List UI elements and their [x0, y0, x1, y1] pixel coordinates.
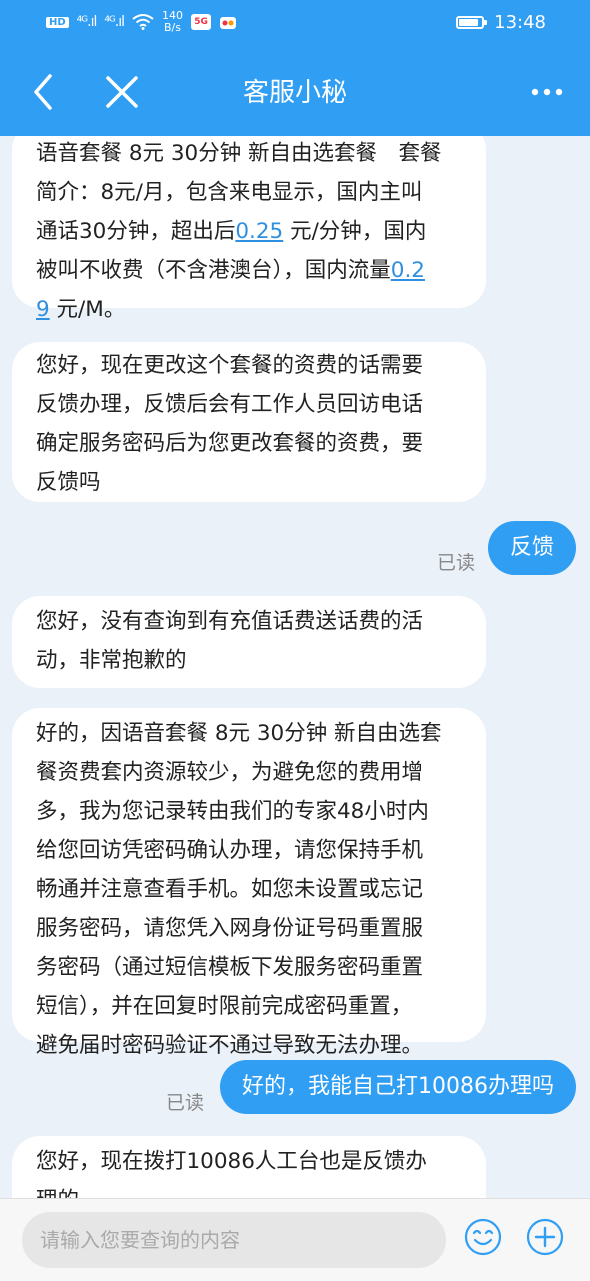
clock: 13:48	[494, 12, 546, 33]
wifi-icon	[132, 14, 154, 30]
app-badge-icon: 5G	[191, 14, 212, 30]
signal-icon: ⁴ᴳ.ıl	[104, 14, 125, 30]
user-message: 反馈	[487, 521, 576, 575]
message-input[interactable]: 请输入您要查询的内容	[22, 1212, 446, 1268]
input-bar: 请输入您要查询的内容	[0, 1198, 590, 1281]
battery-fill	[459, 19, 478, 26]
add-button[interactable]	[525, 1217, 565, 1257]
agent-message: 好的，因语音套餐 8元 30分钟 新自由选套 餐资费套内资源较少，为避免您的费用…	[12, 708, 486, 1058]
read-status: 已读	[166, 1092, 205, 1114]
read-status: 已读	[437, 552, 476, 574]
user-message: 好的，我能自己打10086办理吗	[220, 1060, 576, 1114]
message-text: 反馈	[509, 535, 554, 560]
status-bar: HD ⁴ᴳ.ıl ⁴ᴳ.ıl 140 B/s 5G 13:48	[0, 0, 590, 48]
price-link[interactable]: 0.25	[235, 219, 283, 244]
speed-unit: B/s	[164, 21, 181, 34]
more-button[interactable]	[528, 72, 568, 112]
network-speed: 140 B/s	[162, 10, 183, 34]
message-text: 好的，我能自己打10086办理吗	[242, 1074, 554, 1099]
signal-icon: ⁴ᴳ.ıl	[76, 14, 98, 30]
status-right: 13:48	[456, 12, 546, 33]
message-text: 您好，现在拨打10086人工台也是反馈办 理的	[36, 1149, 427, 1198]
smiley-icon	[464, 1218, 502, 1256]
more-dots-icon	[531, 88, 563, 96]
app-notification-icon	[220, 17, 237, 29]
chat-list[interactable]: 语音套餐 8元 30分钟 新自由选套餐 套餐 简介：8元/月，包含来电显示，国内…	[0, 136, 590, 1198]
message-text: 您好，没有查询到有充值话费送话费的活 动，非常抱歉的	[36, 609, 424, 673]
message-text: 好的，因语音套餐 8元 30分钟 新自由选套 餐资费套内资源较少，为避免您的费用…	[36, 721, 442, 1058]
agent-message: 您好，没有查询到有充值话费送话费的活 动，非常抱歉的	[12, 596, 486, 688]
status-left: HD ⁴ᴳ.ıl ⁴ᴳ.ıl 140 B/s 5G	[46, 10, 237, 34]
emoji-button[interactable]	[463, 1217, 503, 1257]
hd-badge: HD	[46, 16, 69, 28]
message-text: 您好，现在更改这个套餐的资费的话需要 反馈办理，反馈后会有工作人员回访电话 确定…	[36, 353, 424, 495]
message-text: 元/M。	[49, 297, 126, 322]
agent-message: 您好，现在拨打10086人工台也是反馈办 理的	[12, 1136, 486, 1198]
agent-message: 语音套餐 8元 30分钟 新自由选套餐 套餐 简介：8元/月，包含来电显示，国内…	[12, 136, 486, 322]
battery-icon	[456, 16, 488, 29]
plus-circle-icon	[526, 1218, 564, 1256]
nav-bar: 客服小秘	[0, 48, 590, 136]
page-title: 客服小秘	[242, 78, 347, 108]
agent-message: 您好，现在更改这个套餐的资费的话需要 反馈办理，反馈后会有工作人员回访电话 确定…	[12, 342, 486, 502]
